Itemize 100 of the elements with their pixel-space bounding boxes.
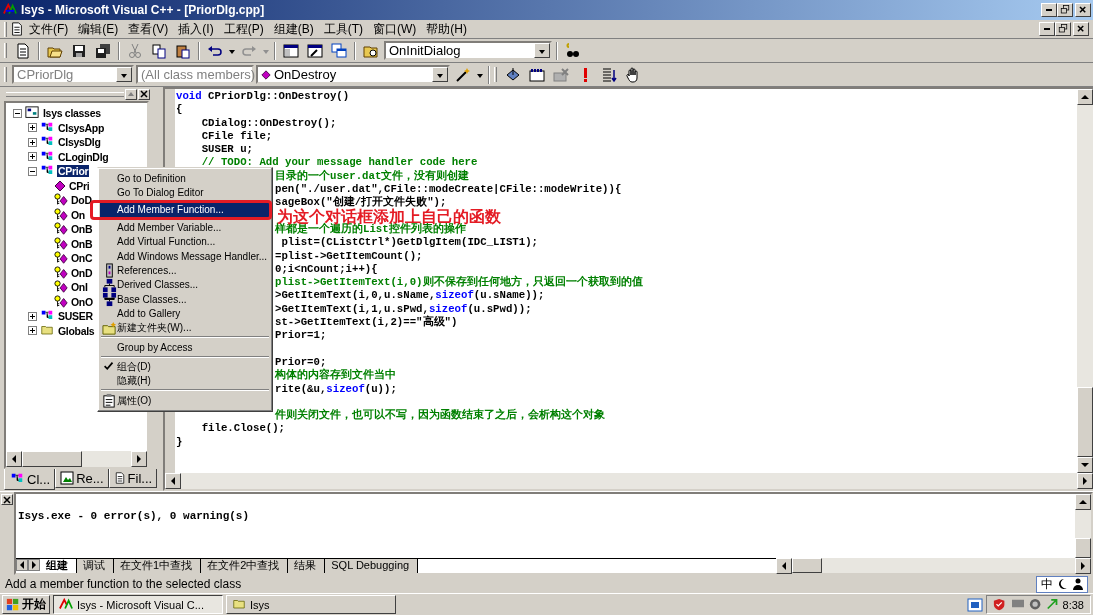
tree-item[interactable]: SUSER <box>57 310 94 323</box>
taskbar-button[interactable]: Isys - Microsoft Visual C... <box>53 595 223 614</box>
close-button[interactable] <box>1075 3 1091 17</box>
workspace-tab[interactable]: Re... <box>55 469 109 488</box>
menu-item[interactable]: Add Member Variable... <box>100 220 270 235</box>
class-combo[interactable]: CPriorDlg <box>12 65 134 84</box>
tree-item[interactable]: CPri <box>68 179 91 192</box>
tree-item[interactable]: Isys classes <box>42 107 102 120</box>
scroll-left-button[interactable] <box>6 451 22 467</box>
output-tab[interactable]: 在文件2中查找 <box>201 559 289 573</box>
taskbar-button[interactable]: Isys <box>226 595 396 614</box>
tree-item[interactable]: OnI <box>70 281 89 294</box>
compile-icon[interactable] <box>505 66 521 83</box>
tree-item[interactable]: On <box>70 208 86 221</box>
document-icon[interactable] <box>10 22 24 36</box>
output-tab[interactable]: 结果 <box>288 559 326 573</box>
collapse-icon[interactable] <box>28 166 37 176</box>
workspace-tab[interactable]: Fil... <box>108 469 158 488</box>
output-tab[interactable]: 在文件1中查找 <box>114 559 202 573</box>
workspace-tab[interactable]: Cl... <box>4 469 56 490</box>
scroll-left-button[interactable] <box>165 473 181 489</box>
menu-item[interactable]: Group by Access <box>100 340 270 355</box>
scroll-right-button[interactable] <box>1077 473 1093 489</box>
menu-item[interactable]: 组合(D) <box>100 359 270 375</box>
close-pane-button[interactable] <box>138 88 150 100</box>
output-tab[interactable]: SQL Debugging <box>325 559 419 573</box>
menu-item[interactable]: Go to Definition <box>100 171 270 186</box>
menu-item[interactable]: 组建(B) <box>268 20 319 38</box>
tree-item[interactable]: OnC <box>70 252 94 265</box>
menu-item[interactable]: 工程(P) <box>218 20 269 38</box>
menu-item[interactable]: 编辑(E) <box>73 20 124 38</box>
new-file-icon[interactable] <box>15 42 31 59</box>
output-tab[interactable]: 调试 <box>77 559 114 573</box>
ime-toolbar[interactable]: 中 <box>1036 575 1088 593</box>
menu-item[interactable]: Base Classes... <box>100 292 270 307</box>
tree-item[interactable]: Globals <box>57 324 96 337</box>
stop-build-icon[interactable] <box>553 66 569 83</box>
menu-item[interactable]: 属性(O) <box>100 393 270 408</box>
menu-item[interactable]: Derived Classes... <box>100 277 270 293</box>
menu-item[interactable]: 插入(I) <box>173 20 219 38</box>
scroll-thumb[interactable] <box>1077 387 1093 457</box>
tree-item[interactable]: OnB <box>70 223 94 236</box>
scroll-up-button[interactable] <box>1075 494 1091 510</box>
menu-item[interactable]: Add Virtual Function... <box>100 234 270 249</box>
menu-item[interactable]: References... <box>100 263 270 278</box>
scroll-thumb[interactable] <box>1075 538 1091 558</box>
scroll-right-button[interactable] <box>1075 558 1091 574</box>
hand-icon[interactable] <box>625 66 641 83</box>
menu-item[interactable]: 隐藏(H) <box>100 374 270 389</box>
menu-item[interactable]: 帮助(H) <box>421 20 472 38</box>
menu-item[interactable]: 工具(T) <box>318 20 368 38</box>
expand-icon[interactable] <box>28 123 37 133</box>
tree-item[interactable]: CLoginDlg <box>57 150 110 163</box>
binoculars-icon[interactable] <box>565 42 581 59</box>
collapse-icon[interactable] <box>13 108 22 118</box>
tree-item[interactable]: CPrior <box>57 165 90 178</box>
workspace-icon[interactable] <box>283 42 299 59</box>
member-combo[interactable]: OnDestroy <box>256 65 450 84</box>
build-icon[interactable] <box>529 66 545 83</box>
expand-icon[interactable] <box>28 311 37 321</box>
moon-icon[interactable] <box>1058 578 1068 590</box>
start-button[interactable]: 开始 <box>2 595 50 614</box>
minimize-button[interactable] <box>1041 3 1057 17</box>
menu-item[interactable]: 文件(F) <box>24 20 74 38</box>
output-window-icon[interactable] <box>307 42 323 59</box>
person-icon[interactable] <box>1073 578 1083 590</box>
scroll-down-button[interactable] <box>1077 457 1093 473</box>
menu-item[interactable]: Go To Dialog Editor <box>100 185 270 200</box>
copy-icon[interactable] <box>151 42 167 59</box>
restore-button[interactable] <box>1055 22 1071 36</box>
close-button[interactable] <box>1073 22 1089 36</box>
menu-item[interactable]: 新建文件夹(W)... <box>100 320 270 336</box>
save-all-icon[interactable] <box>95 42 111 59</box>
maximize-pane-button[interactable] <box>125 88 137 100</box>
find-combo[interactable]: OnInitDialog <box>384 41 552 60</box>
tree-item[interactable]: OnB <box>70 237 94 250</box>
scroll-right-button[interactable] <box>131 451 147 467</box>
expand-icon[interactable] <box>28 137 37 147</box>
tree-item[interactable]: CIsysDlg <box>57 136 102 149</box>
menu-item[interactable]: 窗口(W) <box>368 20 422 38</box>
tree-item[interactable]: OnD <box>70 266 94 279</box>
paste-icon[interactable] <box>175 42 191 59</box>
network-icon[interactable] <box>966 596 983 613</box>
expand-icon[interactable] <box>28 326 37 336</box>
scroll-thumb[interactable] <box>792 558 822 573</box>
scroll-thumb[interactable] <box>22 451 82 467</box>
restore-button[interactable] <box>1057 3 1073 17</box>
scroll-up-button[interactable] <box>1077 89 1093 105</box>
minimize-button[interactable] <box>1039 22 1055 36</box>
shield-icon[interactable] <box>992 597 1007 612</box>
magic-wand-icon[interactable] <box>455 66 471 83</box>
tree-item[interactable]: DoD <box>70 194 93 207</box>
step-icon[interactable] <box>601 66 617 83</box>
menu-item[interactable]: Add to Gallery <box>100 306 270 321</box>
close-pane-button[interactable] <box>1 494 13 505</box>
filter-combo[interactable]: (All class members) <box>136 65 254 84</box>
menu-item[interactable]: 查看(V) <box>123 20 174 38</box>
menu-item[interactable]: Add Windows Message Handler... <box>100 248 270 264</box>
windows-icon[interactable] <box>331 42 347 59</box>
scroll-left-button[interactable] <box>776 558 792 574</box>
